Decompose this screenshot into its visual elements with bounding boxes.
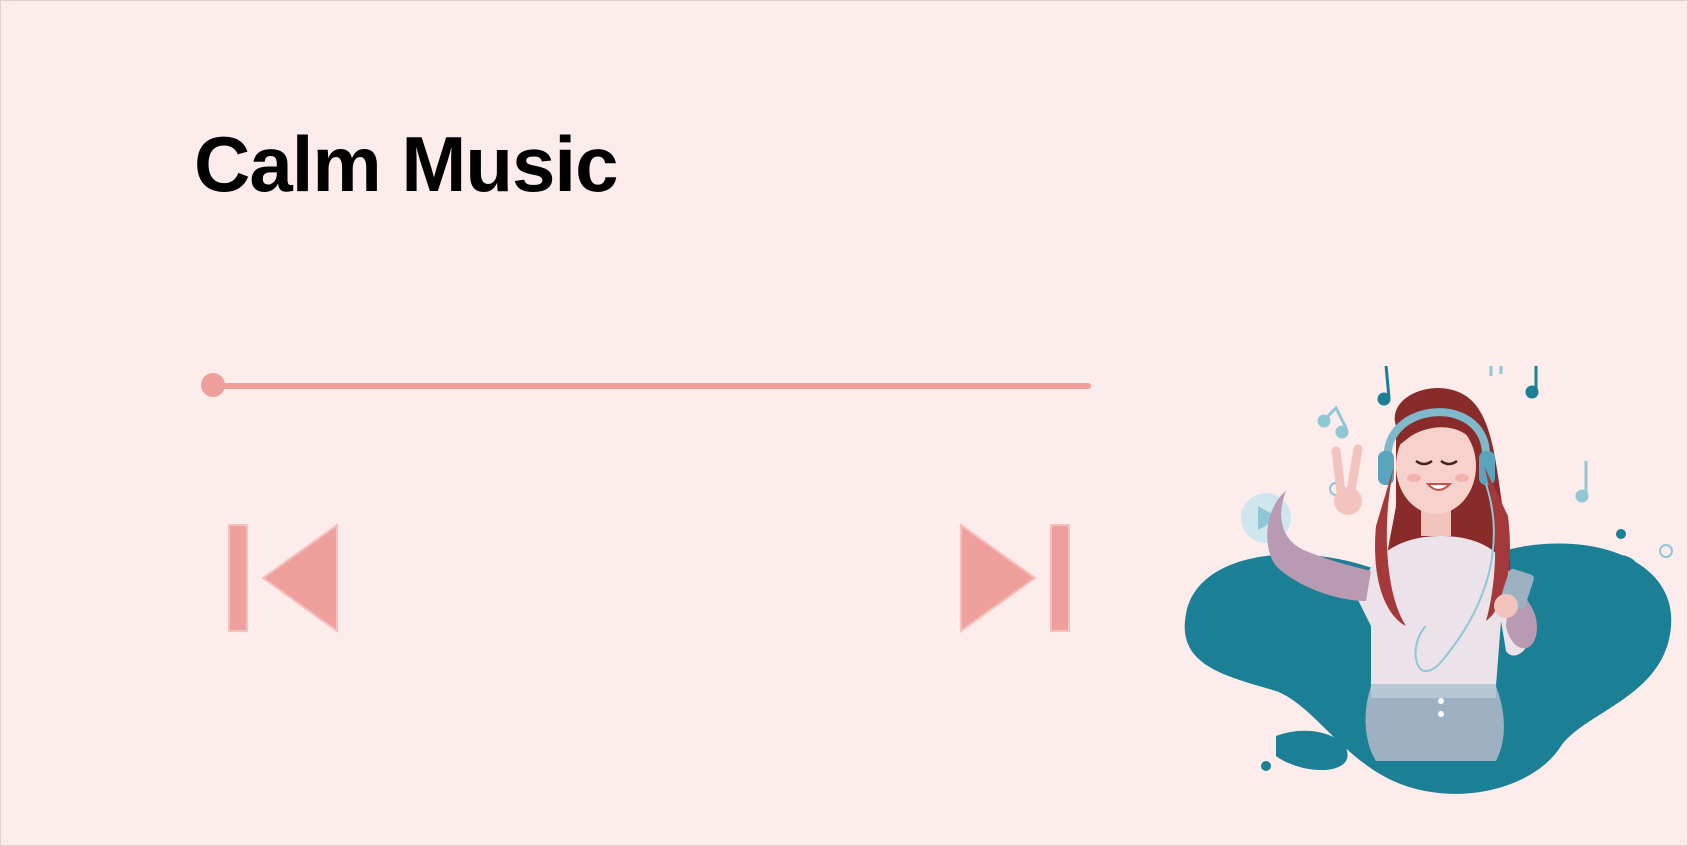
girl-listening-music-illustration [1184, 366, 1673, 794]
progress-bar[interactable] [211, 383, 1091, 389]
next-button[interactable] [959, 523, 1071, 633]
previous-button[interactable] [227, 523, 339, 633]
music-player-card: Calm Music [0, 0, 1688, 846]
skip-previous-icon [228, 523, 338, 633]
progress-knob[interactable] [201, 373, 225, 397]
track-title: Calm Music [194, 120, 618, 208]
skip-next-icon [960, 523, 1070, 633]
